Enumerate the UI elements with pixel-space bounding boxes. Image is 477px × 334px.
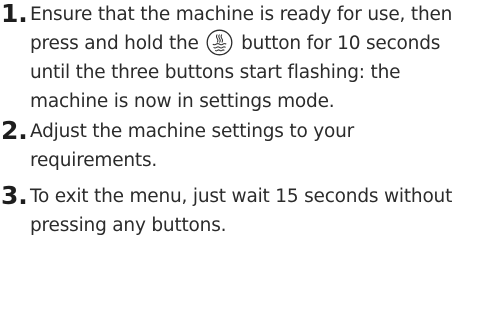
step-1: 1. Ensure that the machine is ready for … [0,0,477,116]
step-3: 3. To exit the menu, just wait 15 second… [0,181,477,240]
instruction-steps: 1. Ensure that the machine is ready for … [0,0,477,240]
step-number: 3. [1,181,28,210]
step-number: 1. [1,0,28,28]
step-text: To exit the menu, just wait 15 seconds w… [30,186,453,236]
step-number: 2. [1,116,28,145]
step-2: 2. Adjust the machine settings to your r… [0,116,477,175]
steam-button-icon [206,29,233,56]
step-text: Adjust the machine settings to your requ… [30,121,355,171]
